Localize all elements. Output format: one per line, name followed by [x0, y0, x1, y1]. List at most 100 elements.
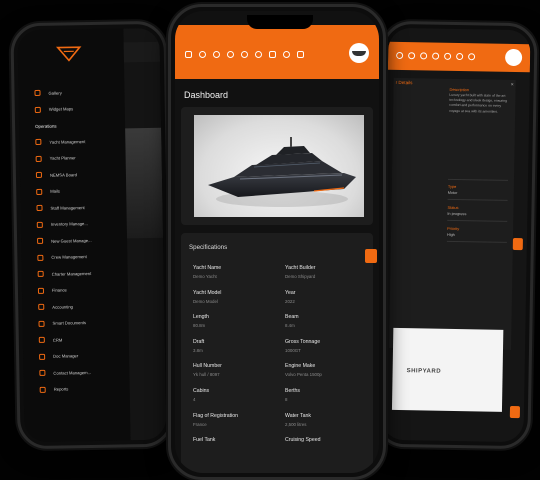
sidebar-item[interactable]: New Guest Manage...› — [37, 231, 137, 249]
sidebar-item-label: New Guest Manage... — [51, 237, 92, 244]
sidebar-item[interactable]: Crew Management› — [37, 248, 137, 266]
spec-value: Demo Shipyard — [285, 274, 316, 279]
spec-label: Flag of Registration — [193, 412, 238, 419]
sidebar-item[interactable]: Widget Maps› — [34, 100, 135, 118]
side-action-button[interactable] — [365, 249, 377, 263]
spec-label: Yacht Model — [193, 289, 222, 296]
expand-icon[interactable] — [297, 51, 304, 58]
sidebar-item-icon — [34, 106, 41, 113]
avatar[interactable] — [504, 48, 523, 67]
sidebar-item-icon — [35, 172, 42, 179]
sidebar-item-icon — [36, 188, 43, 195]
field-label: Type — [447, 183, 457, 189]
app-logo-icon — [55, 46, 82, 62]
sidebar-item-label: Charter Management — [51, 270, 92, 277]
header-icon[interactable] — [396, 51, 404, 60]
side-action-button[interactable] — [512, 237, 523, 251]
header-icon[interactable] — [468, 53, 476, 61]
sidebar-item-label: Inventory Manage... — [50, 221, 88, 227]
sidebar-item-icon — [35, 139, 42, 146]
spec-label: Cabins — [193, 388, 210, 394]
sidebar-item-icon — [37, 238, 44, 245]
spec-value: 2,500 litres — [285, 421, 307, 427]
sidebar-item[interactable]: NEMSA Board› — [35, 165, 136, 183]
sidebar-item-label: Mails — [50, 188, 61, 194]
sidebar-item[interactable]: Charter Management› — [37, 264, 138, 282]
right-header-bar — [387, 41, 531, 73]
sidebar-item[interactable]: Staff Management› — [36, 198, 137, 216]
search-icon[interactable] — [227, 51, 234, 58]
sidebar-item-label: CRM — [52, 337, 63, 343]
center-phone: Dashboard Specifications Yacht Name Demo… — [168, 4, 386, 480]
theme-icon[interactable] — [283, 51, 290, 58]
avatar[interactable] — [349, 43, 369, 63]
header-icon[interactable] — [432, 52, 440, 60]
sidebar-menu: Gallery›Widget Maps› Operations Yacht Mana… — [34, 83, 140, 398]
field-label: Status — [447, 204, 459, 211]
help-icon[interactable] — [241, 51, 248, 58]
spec-value: 80.8m — [193, 323, 206, 329]
left-phone: Gallery›Widget Maps› Operations Yacht Mana… — [10, 20, 174, 450]
sidebar-item-icon — [34, 90, 41, 97]
list-icon[interactable] — [269, 51, 276, 58]
field-value: In progress — [447, 211, 467, 217]
sidebar-item-label: Doc Manager — [53, 353, 79, 359]
sidebar-item-icon — [36, 221, 43, 228]
sidebar-item-icon — [35, 155, 42, 162]
sidebar-item-label: Widget Maps — [48, 106, 74, 112]
header-icon[interactable] — [444, 52, 452, 60]
sidebar-item-icon — [38, 337, 45, 344]
menu-icon[interactable] — [185, 51, 192, 58]
header-icon[interactable] — [456, 52, 464, 61]
spec-label: Water Tank — [285, 412, 311, 419]
sidebar-item[interactable]: Doc Manager› — [39, 347, 139, 365]
header-icon[interactable] — [408, 52, 416, 60]
center-phone-screen: Dashboard Specifications Yacht Name Demo… — [175, 11, 379, 473]
description-label: Description — [449, 86, 470, 93]
spec-label: Year — [285, 289, 296, 296]
sidebar-item[interactable]: Contact Managem...› — [39, 363, 139, 381]
spec-label: Yacht Name — [193, 265, 222, 271]
spec-label: Fuel Tank — [193, 437, 216, 444]
details-title: r Details — [395, 79, 413, 86]
spec-label: Cruising Speed — [285, 437, 321, 444]
sidebar-item[interactable]: Yacht Management› — [35, 132, 135, 150]
left-phone-screen: Gallery›Widget Maps› Operations Yacht Mana… — [17, 27, 167, 443]
sidebar-item[interactable]: Reports› — [39, 380, 140, 398]
sidebar-item-icon — [39, 370, 46, 377]
sidebar-item[interactable]: Smart Documents› — [38, 314, 139, 332]
sync-icon[interactable] — [199, 51, 206, 58]
power-icon[interactable] — [255, 51, 262, 58]
spec-label: Hull Number — [193, 363, 222, 370]
header-icon[interactable] — [420, 52, 428, 60]
spec-value: France — [193, 421, 207, 427]
spec-value: Demo Yacht — [193, 274, 217, 279]
sidebar-item-icon — [39, 353, 46, 360]
spec-value: 3.8m — [193, 347, 203, 353]
left-phone-peek-content — [123, 27, 167, 441]
field-value: High — [446, 232, 455, 237]
sidebar-item-icon — [37, 271, 44, 278]
share-icon[interactable] — [213, 51, 220, 58]
close-icon[interactable]: × — [511, 82, 514, 88]
sidebar-item-icon — [38, 320, 45, 327]
sidebar-item[interactable]: Inventory Manage...› — [36, 215, 137, 233]
specifications-title: Specifications — [189, 244, 228, 251]
sidebar-item[interactable]: Mails› — [36, 182, 136, 200]
sidebar-item[interactable]: Gallery› — [34, 83, 135, 101]
sidebar-item-label: Crew Management — [51, 254, 87, 260]
sidebar-item[interactable]: CRM› — [38, 330, 139, 348]
spec-label: Gross Tonnage — [285, 338, 321, 345]
side-action-button[interactable] — [509, 405, 521, 419]
description-text: Luxury yacht built with state of the art… — [449, 92, 508, 114]
sidebar-item[interactable]: Finance› — [37, 281, 138, 299]
sidebar-item[interactable]: Yacht Planner› — [35, 149, 136, 167]
field-value: Motor — [447, 190, 458, 196]
spec-label: Engine Make — [285, 363, 316, 370]
spec-label: Length — [193, 314, 209, 321]
spec-value: 2022 — [285, 298, 295, 304]
sidebar-item[interactable]: Accounting› — [38, 297, 138, 315]
sidebar-item-label: Yacht Management — [49, 138, 86, 145]
sidebar-item-label: Finance — [51, 287, 67, 293]
sidebar-item-label: Accounting — [52, 304, 74, 310]
